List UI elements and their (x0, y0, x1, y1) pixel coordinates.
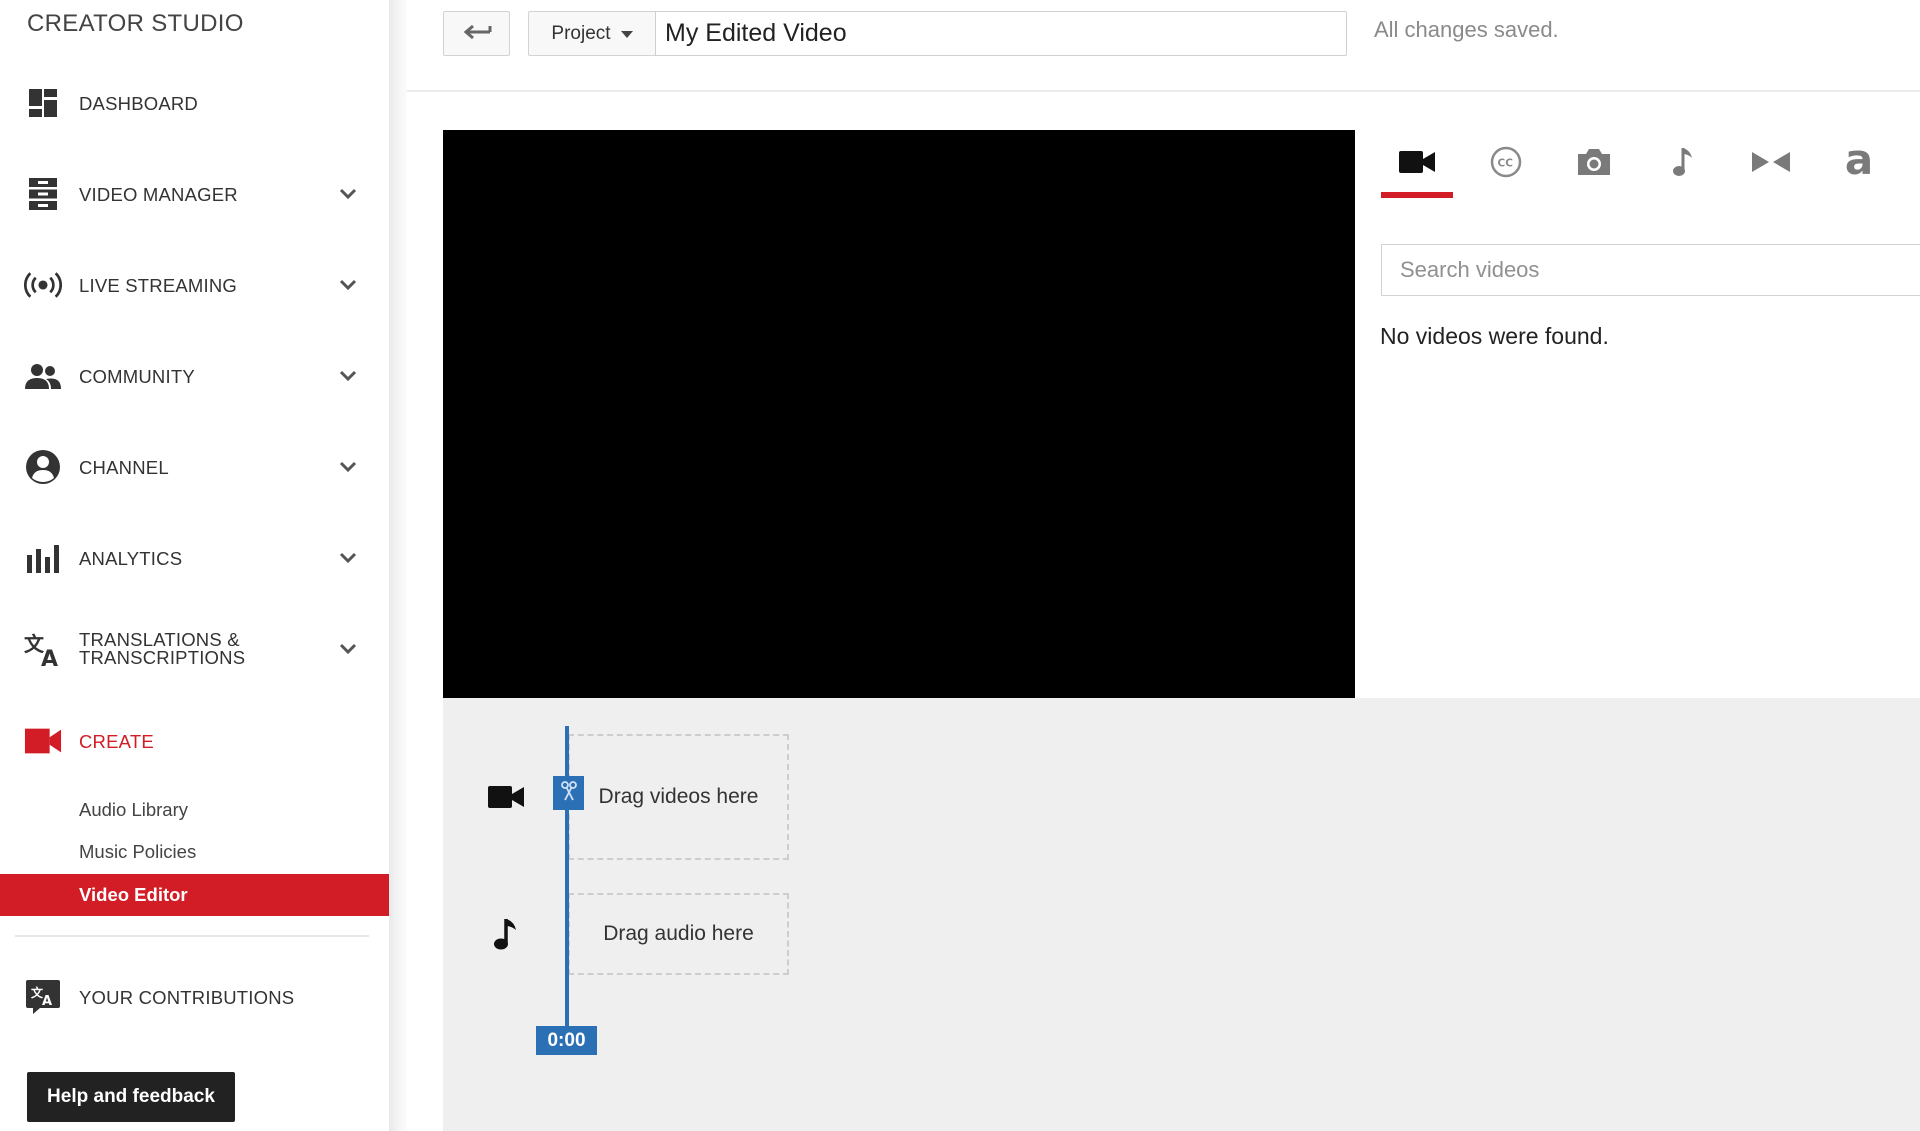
translate-icon: 文A (24, 630, 62, 668)
search-videos-input[interactable] (1381, 244, 1920, 296)
playhead[interactable] (565, 726, 569, 1028)
tab-captions[interactable]: CC (1471, 131, 1541, 197)
playhead-time: 0:00 (536, 1026, 597, 1055)
bar-chart-icon (24, 539, 62, 577)
video-track-icon (486, 777, 526, 817)
video-camera-icon (1398, 150, 1436, 179)
sidebar-subitem-label: Audio Library (79, 799, 189, 820)
photo-camera-icon (1576, 148, 1612, 181)
sidebar-divider (15, 935, 369, 937)
help-feedback-button[interactable]: Help and feedback (27, 1072, 235, 1122)
project-dropdown[interactable]: Project (528, 11, 655, 56)
people-icon (24, 357, 62, 395)
sidebar-item-label: TRANSLATIONS & TRANSCRIPTIONS (79, 630, 246, 668)
project-title-input[interactable] (655, 11, 1347, 56)
audio-drop-zone[interactable]: Drag audio here (568, 893, 789, 975)
active-tab-indicator (1381, 192, 1453, 198)
tab-videos[interactable] (1382, 131, 1452, 197)
sidebar-item-label: DASHBOARD (79, 92, 198, 114)
sidebar-subitem-video-editor[interactable]: Video Editor (0, 874, 389, 916)
sidebar-item-label-line2: TRANSCRIPTIONS (79, 647, 246, 668)
sidebar-item-analytics[interactable]: ANALYTICS (0, 533, 389, 583)
tab-transitions[interactable] (1736, 131, 1806, 197)
brand-title: CREATOR STUDIO (27, 10, 244, 37)
sidebar-item-contributions[interactable]: 文A YOUR CONTRIBUTIONS (0, 972, 389, 1022)
video-manager-icon (24, 175, 62, 213)
tab-text[interactable]: a (1824, 131, 1894, 197)
project-label: Project (551, 22, 611, 44)
sidebar-item-label: YOUR CONTRIBUTIONS (79, 986, 295, 1008)
sidebar-item-live-streaming[interactable]: LIVE STREAMING (0, 260, 389, 310)
sidebar-item-label: VIDEO MANAGER (79, 183, 238, 205)
back-button[interactable] (443, 11, 510, 56)
sidebar-subitem-label: Music Policies (79, 841, 197, 862)
tab-audio[interactable] (1648, 131, 1718, 197)
sidebar-item-community[interactable]: COMMUNITY (0, 351, 389, 401)
sidebar-subitem-audio-library[interactable]: Audio Library (0, 789, 389, 831)
audio-track-icon (485, 914, 525, 954)
dashboard-icon (24, 84, 62, 122)
video-drop-label: Drag videos here (598, 785, 759, 808)
chevron-down-icon[interactable] (337, 183, 359, 205)
back-arrow-icon (462, 24, 492, 43)
chevron-down-icon[interactable] (337, 274, 359, 296)
sidebar-subitem-music-policies[interactable]: Music Policies (0, 831, 389, 873)
sidebar-item-label: ANALYTICS (79, 547, 183, 569)
media-tabs: CC a (1381, 131, 1920, 201)
svg-text:CC: CC (1498, 157, 1514, 169)
sidebar-item-label: CREATE (79, 730, 154, 752)
audio-drop-label: Drag audio here (603, 922, 754, 945)
sidebar-item-label: CHANNEL (79, 456, 169, 478)
transitions-icon (1751, 150, 1791, 179)
sidebar-item-label: LIVE STREAMING (79, 274, 238, 296)
sidebar-item-create[interactable]: CREATE (0, 716, 389, 766)
svg-text:A: A (41, 647, 58, 667)
scissors-icon (560, 780, 577, 806)
video-drop-zone[interactable]: Drag videos here (568, 734, 789, 860)
save-status: All changes saved. (1374, 17, 1559, 42)
caret-down-icon (620, 23, 633, 45)
sidebar: CREATOR STUDIO DASHBOARD VIDEO MANAGER L… (0, 0, 389, 1131)
text-icon: a (1844, 135, 1874, 184)
sidebar-subitem-label: Video Editor (79, 884, 188, 905)
chevron-down-icon[interactable] (337, 456, 359, 478)
sidebar-item-translations[interactable]: 文A TRANSLATIONS & TRANSCRIPTIONS (0, 624, 389, 674)
svg-text:A: A (42, 994, 52, 1009)
sidebar-item-channel[interactable]: CHANNEL (0, 442, 389, 492)
sidebar-item-label: COMMUNITY (79, 365, 195, 387)
no-results-message: No videos were found. (1380, 323, 1609, 349)
sidebar-shadow (389, 0, 407, 1131)
music-note-icon (1670, 146, 1696, 183)
account-circle-icon (24, 448, 62, 486)
sidebar-item-dashboard[interactable]: DASHBOARD (0, 78, 389, 128)
chevron-down-icon[interactable] (337, 547, 359, 569)
chevron-down-icon[interactable] (337, 365, 359, 387)
chevron-down-icon[interactable] (337, 638, 359, 660)
tab-photos[interactable] (1559, 131, 1629, 197)
video-camera-icon (24, 722, 62, 760)
playhead-split-handle[interactable] (553, 776, 584, 810)
broadcast-icon (24, 266, 62, 304)
sidebar-item-video-manager[interactable]: VIDEO MANAGER (0, 169, 389, 219)
closed-captions-icon: CC (1490, 146, 1522, 183)
contributions-icon: 文A (24, 978, 62, 1016)
video-preview[interactable] (443, 130, 1355, 698)
